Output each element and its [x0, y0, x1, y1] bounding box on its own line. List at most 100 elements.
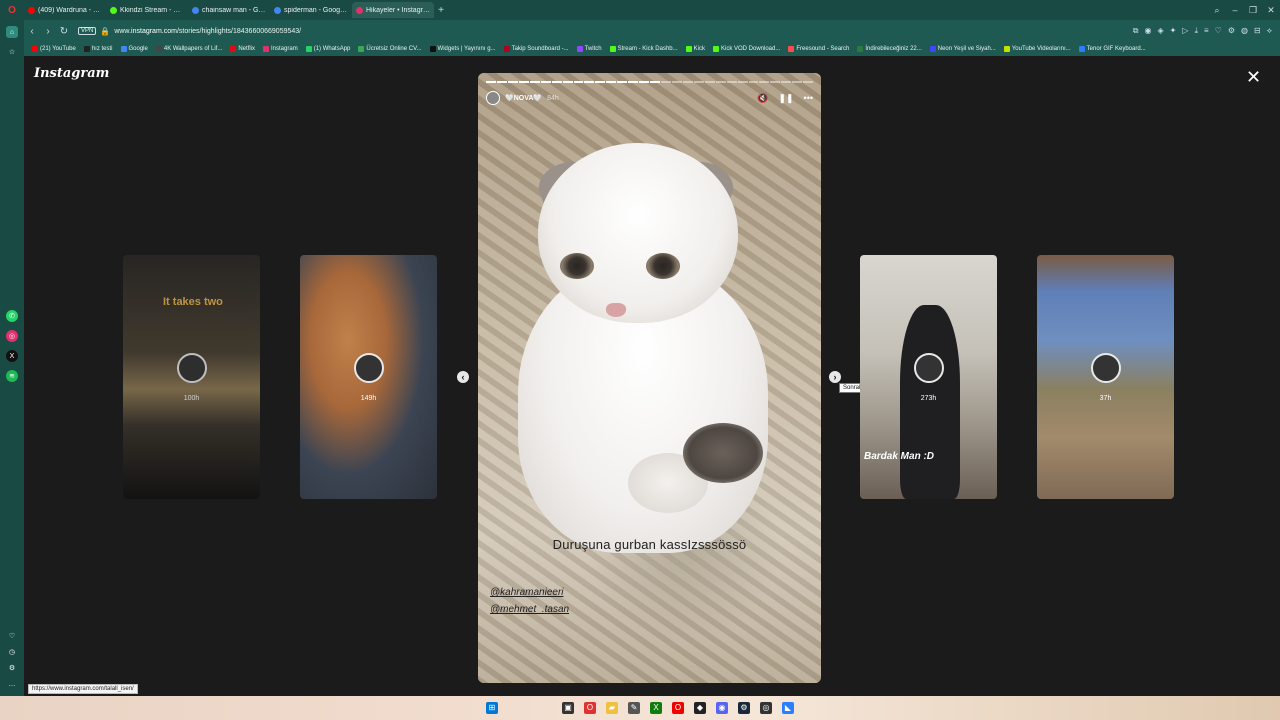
bookmark-item[interactable]: Ücretsiz Online CV...: [358, 46, 422, 52]
windows-taskbar: ⊞ ▣ O ▰ ✎ X O ◆ ◉ ⚙ ◎ ◣: [0, 696, 1280, 720]
bookmark-item[interactable]: Netflix: [230, 46, 255, 52]
bookmark-item[interactable]: (21) YouTube: [32, 46, 76, 52]
opera-icon[interactable]: O: [584, 702, 596, 714]
bookmark-item[interactable]: İndirebileceğiniz 22...: [857, 46, 922, 52]
star-icon[interactable]: ☆: [6, 46, 18, 58]
bookmark-item[interactable]: Kick VOD Download...: [713, 46, 780, 52]
bookmark-item[interactable]: hız testi: [83, 46, 113, 52]
instagram-icon[interactable]: ◎: [6, 330, 18, 342]
minimize-button[interactable]: –: [1226, 5, 1244, 16]
reload-button[interactable]: ↻: [56, 26, 72, 37]
story-card-next-1[interactable]: 273h Bardak Man :D: [860, 255, 997, 499]
xbox-icon[interactable]: X: [650, 702, 662, 714]
x-icon[interactable]: X: [6, 350, 18, 362]
story-card-prev-1[interactable]: 149h: [300, 255, 437, 499]
url-field[interactable]: www.instagram.com/stories/highlights/184…: [114, 28, 301, 35]
maximize-button[interactable]: ❐: [1244, 5, 1262, 16]
bookmark-item[interactable]: (1) WhatsApp: [305, 46, 350, 52]
notepad-icon[interactable]: ✎: [628, 702, 640, 714]
app-icon[interactable]: ◆: [694, 702, 706, 714]
google-icon: [274, 6, 281, 14]
settings-icon[interactable]: ⚙: [1228, 26, 1235, 36]
tab-1[interactable]: Kkindzi Stream - Watch Li: [106, 2, 188, 18]
forward-button[interactable]: ›: [40, 26, 56, 37]
mention-link[interactable]: @kahramanieeri: [490, 587, 564, 598]
profile-icon[interactable]: ◍: [1241, 26, 1248, 36]
story-username[interactable]: 🤍NOVA🤍: [505, 94, 542, 102]
obs-icon[interactable]: ◎: [760, 702, 772, 714]
ai-icon[interactable]: ⟡: [1267, 26, 1272, 36]
steam-icon[interactable]: ⚙: [738, 702, 750, 714]
previous-story-button[interactable]: ‹: [457, 371, 469, 383]
progress-segment: [518, 81, 529, 83]
story-card-prev-2[interactable]: It takes two 100h: [123, 255, 260, 499]
instagram-logo[interactable]: Instagram: [34, 66, 109, 81]
bookmark-item[interactable]: Takip Soundboard -...: [503, 46, 569, 52]
bookmark-favicon-icon: [576, 46, 583, 52]
avatar[interactable]: [486, 91, 500, 105]
bookmark-item[interactable]: Freesound - Search: [788, 46, 849, 52]
mention-link[interactable]: @mehmet_.tasan: [490, 604, 569, 615]
more-icon[interactable]: …: [6, 678, 18, 690]
close-icon[interactable]: ✕: [1246, 68, 1261, 86]
bookmark-item[interactable]: Twitch: [576, 46, 602, 52]
spotify-icon[interactable]: ≋: [6, 370, 18, 382]
bookmark-item[interactable]: Tenor GIF Keyboard...: [1078, 46, 1146, 52]
bookmark-item[interactable]: 4K Wallpapers of Lif...: [155, 46, 222, 52]
folder-icon[interactable]: ▰: [606, 702, 618, 714]
download-icon[interactable]: ⤓: [1194, 26, 1198, 36]
bookmark-item[interactable]: Neon Yeşil ve Siyah...: [929, 46, 996, 52]
mute-icon[interactable]: 🔇: [757, 93, 768, 104]
tab-2[interactable]: chainsaw man - Google'd: [188, 2, 270, 18]
history-icon[interactable]: ◷: [6, 646, 18, 658]
bookmark-label: Kick: [693, 46, 705, 52]
heart-icon[interactable]: ♡: [6, 630, 18, 642]
bookmark-item[interactable]: Widgets | Yayınını g...: [429, 46, 496, 52]
bookmark-item[interactable]: Kick: [685, 46, 705, 52]
new-tab-button[interactable]: +: [434, 5, 448, 16]
panel-icon[interactable]: ⊟: [1254, 26, 1261, 36]
bookmark-item[interactable]: YouTube Videolarını...: [1003, 46, 1071, 52]
camera-icon[interactable]: ◉: [1144, 26, 1151, 36]
lock-icon[interactable]: 🔒: [100, 27, 110, 36]
start-icon[interactable]: ⊞: [486, 702, 498, 714]
progress-segment: [661, 81, 671, 83]
close-window-button[interactable]: ✕: [1262, 5, 1280, 16]
home-icon[interactable]: ⌂: [6, 26, 18, 38]
story-card-next-2[interactable]: 37h: [1037, 255, 1174, 499]
task-view-icon[interactable]: ▣: [562, 702, 574, 714]
tab-3[interactable]: spiderman - Google'da A: [270, 2, 352, 18]
progress-segment: [562, 81, 573, 83]
play-icon[interactable]: ▷: [1182, 26, 1188, 36]
instagram-story-viewer: Instagram ✕ It takes two 100h 149h 🤍NOVA…: [24, 56, 1280, 696]
heart-icon[interactable]: ♡: [1215, 26, 1222, 36]
next-story-button[interactable]: ›: [829, 371, 841, 383]
bookmark-label: Twitch: [584, 46, 602, 52]
shield-icon[interactable]: ◈: [1157, 26, 1163, 36]
bookmark-item[interactable]: Instagram: [263, 46, 298, 52]
bookmark-item[interactable]: Google: [120, 46, 148, 52]
extension-icon[interactable]: ✦: [1170, 26, 1177, 36]
vpn-badge[interactable]: VPN: [78, 27, 97, 35]
whatsapp-icon[interactable]: ✆: [6, 310, 18, 322]
back-button[interactable]: ‹: [24, 26, 40, 37]
opera-logo-icon[interactable]: O: [0, 0, 24, 20]
kick-icon: [110, 6, 117, 14]
progress-segment: [682, 81, 693, 83]
tab-4[interactable]: Hikayeler • Instagram: [352, 2, 434, 18]
pause-icon[interactable]: ❚❚: [778, 93, 793, 104]
snapshot-icon[interactable]: ⧉: [1133, 26, 1139, 36]
address-bar: ‹ › ↻ VPN 🔒 www.instagram.com/stories/hi…: [24, 20, 1280, 42]
tab-0[interactable]: (409) Wardruna - Eina: [24, 2, 106, 18]
bookmark-item[interactable]: Stream - Kick Dashb...: [609, 46, 678, 52]
active-story[interactable]: 🤍NOVA🤍 84h 🔇 ❚❚ ••• Duruşuna gurban kass…: [478, 73, 821, 683]
opera-gx-icon[interactable]: O: [672, 702, 684, 714]
more-options-icon[interactable]: •••: [804, 93, 813, 104]
bookmark-label: Neon Yeşil ve Siyah...: [937, 46, 996, 52]
list-icon[interactable]: ≡: [1204, 26, 1209, 36]
search-icon[interactable]: ⌕: [1208, 5, 1226, 16]
app-icon[interactable]: ◣: [782, 702, 794, 714]
cat-eye: [560, 253, 594, 279]
discord-icon[interactable]: ◉: [716, 702, 728, 714]
settings-icon[interactable]: ⚙: [6, 662, 18, 674]
